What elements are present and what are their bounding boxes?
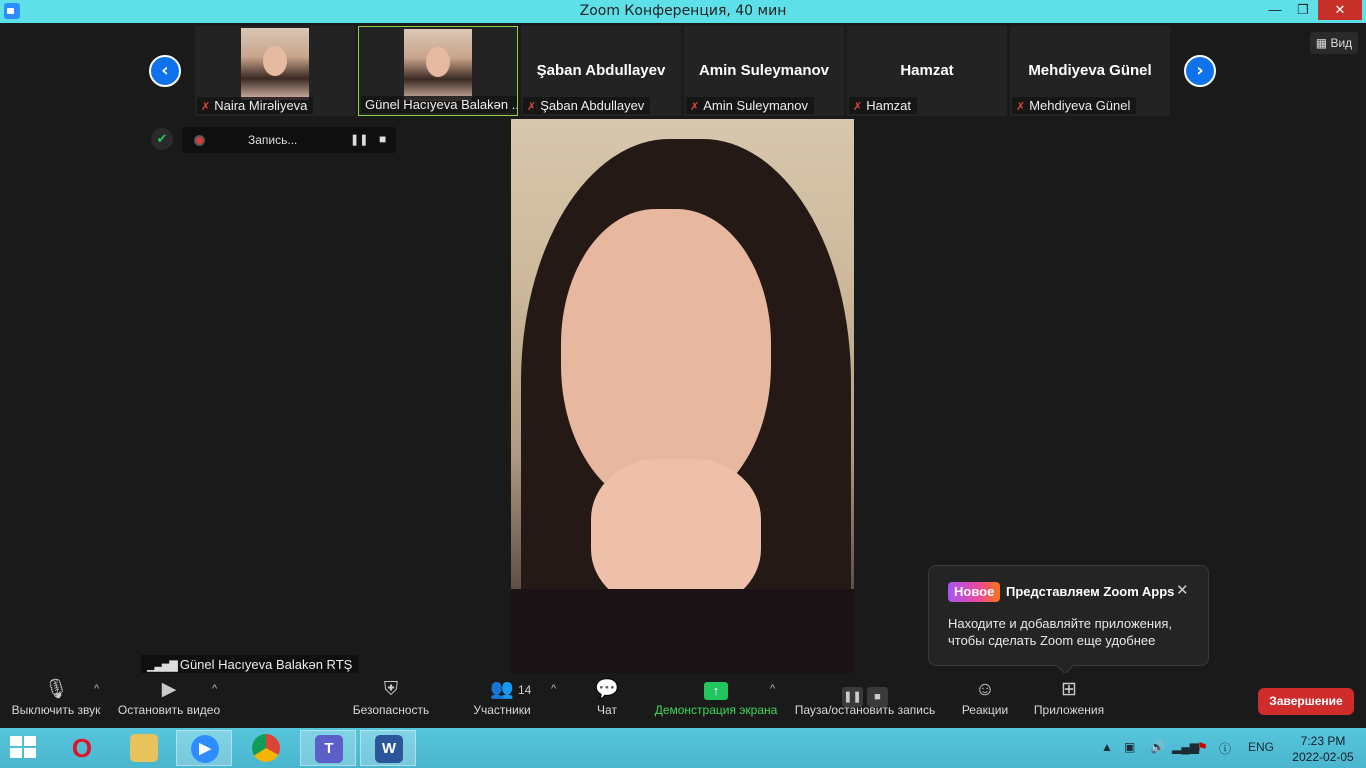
taskbar-chrome[interactable] xyxy=(238,730,294,766)
participant-label: Günel Hacıyeva Balakən ... xyxy=(361,96,517,113)
microphone-icon: 🎙 xyxy=(43,679,69,700)
chevron-right-icon: › xyxy=(1196,60,1204,81)
participant-tile[interactable]: Günel Hacıyeva Balakən ... xyxy=(358,26,518,116)
participant-label: ✗ Hamzat xyxy=(849,97,918,114)
new-badge: Новое xyxy=(948,582,1001,602)
volume-icon[interactable]: 🔊 xyxy=(1150,740,1165,754)
participant-tile[interactable]: ✗ Naira Mirəliyeva xyxy=(195,26,355,116)
pause-stop-recording-button[interactable]: ❚❚ ■ Пауза/остановить запись xyxy=(792,673,938,728)
video-camera-icon: ▶ xyxy=(161,679,177,700)
recording-indicator: Запись... ❚❚ ■ xyxy=(182,127,396,153)
participant-video xyxy=(404,29,472,101)
meeting-area: ‹ ✗ Naira Mirəliyeva Günel Hacıyeva Balak… xyxy=(0,23,1366,728)
popup-close-button[interactable]: ✕ xyxy=(1176,581,1189,599)
participant-label: ✗ Naira Mirəliyeva xyxy=(197,97,314,114)
teams-icon: T xyxy=(315,735,343,763)
emoji-plus-icon: ☺ xyxy=(975,679,995,700)
active-speaker-video xyxy=(511,119,854,675)
participant-tile[interactable]: Amin Suleymanov ✗ Amin Suleymanov xyxy=(684,26,844,116)
end-meeting-button[interactable]: Завершение xyxy=(1258,688,1354,715)
mic-muted-icon: ✗ xyxy=(1016,101,1026,113)
participant-label: ✗ Amin Suleymanov xyxy=(686,97,814,114)
meeting-toolbar: 🎙 Выключить звук ^ ▶ Остановить видео ^ … xyxy=(0,673,1366,728)
participant-display-name: Amin Suleymanov xyxy=(698,62,830,79)
reactions-button[interactable]: ☺ Реакции xyxy=(958,673,1012,728)
action-center-icon[interactable]: ⚑ xyxy=(1197,740,1208,754)
zoom-icon: ▶ xyxy=(191,735,219,763)
participant-video xyxy=(241,28,309,100)
signal-icon[interactable]: ▂▄▆ xyxy=(1172,740,1199,754)
taskbar-teams[interactable]: T xyxy=(300,730,356,766)
encryption-shield-icon[interactable]: ✔ xyxy=(151,128,173,150)
popup-title: Представляем Zoom Apps xyxy=(1006,584,1175,599)
participants-button[interactable]: 👥 Участники xyxy=(470,673,534,728)
taskbar-zoom[interactable]: ▶ xyxy=(176,730,232,766)
gallery-next-button[interactable]: › xyxy=(1184,55,1216,87)
participants-count: 14 xyxy=(518,683,532,697)
participant-display-name: Mehdiyeva Günel xyxy=(1028,62,1152,79)
maximize-button[interactable]: ❐ xyxy=(1290,0,1316,20)
recording-label: Запись... xyxy=(248,133,298,147)
window-titlebar: Zoom Конференция, 40 мин — ❐ ✕ xyxy=(0,0,1366,23)
folder-icon xyxy=(130,734,158,762)
apps-icon: ⊞ xyxy=(1061,679,1077,700)
share-screen-button[interactable]: ↑ Демонстрация экрана xyxy=(652,673,780,728)
clock-time: 7:23 PM xyxy=(1300,734,1346,748)
stop-video-button[interactable]: ▶ Остановить видео xyxy=(116,673,222,728)
window-title: Zoom Конференция, 40 мин xyxy=(579,3,787,19)
mute-button[interactable]: 🎙 Выключить звук xyxy=(8,673,104,728)
chat-button[interactable]: 💬 Чат xyxy=(588,673,626,728)
clock-date: 2022-02-05 xyxy=(1292,750,1354,764)
share-options-caret[interactable]: ^ xyxy=(770,683,775,695)
taskbar-file-explorer[interactable] xyxy=(116,730,172,766)
word-icon: W xyxy=(375,735,403,763)
participants-options-caret[interactable]: ^ xyxy=(551,683,556,695)
opera-icon: O xyxy=(71,733,93,763)
network-status-icon[interactable]: ▣ xyxy=(1124,740,1135,754)
minimize-button[interactable]: — xyxy=(1262,0,1288,20)
mic-muted-icon: ✗ xyxy=(201,101,211,113)
taskbar-word[interactable]: W xyxy=(360,730,416,766)
participant-display-name: Şaban Abdullayev xyxy=(536,62,666,79)
participant-tile[interactable]: Şaban Abdullayev ✗ Şaban Abdullayev xyxy=(521,26,681,116)
windows-taskbar: O ▶ T W ▲ ▣ 🔊 ▂▄▆ ⚑ ⓘ ENG 7:23 PM 2022-0… xyxy=(0,728,1366,768)
recording-dot-icon xyxy=(194,135,205,146)
gallery-prev-button[interactable]: ‹ xyxy=(149,55,181,87)
taskbar-clock[interactable]: 7:23 PM 2022-02-05 xyxy=(1286,733,1360,765)
shield-icon: ⛨ xyxy=(383,679,399,700)
participant-label: ✗ Mehdiyeva Günel xyxy=(1012,97,1137,114)
apps-button[interactable]: ⊞ Приложения xyxy=(1030,673,1108,728)
chevron-left-icon: ‹ xyxy=(161,60,169,81)
zoom-apps-popup: Новое Представляем Zoom Apps ✕ Находите … xyxy=(928,565,1209,675)
mic-muted-icon: ✗ xyxy=(690,101,700,113)
signal-strength-icon: ▁▃▅▇ xyxy=(147,660,178,672)
stop-recording-button[interactable]: ■ xyxy=(379,132,386,146)
active-speaker-label: ▁▃▅▇ Günel Hacıyeva Balakən RTŞ xyxy=(141,655,359,674)
security-button[interactable]: ⛨ Безопасность xyxy=(350,673,432,728)
chrome-icon xyxy=(252,734,280,762)
popup-body: Находите и добавляйте приложения, чтобы … xyxy=(948,616,1172,648)
participant-tile[interactable]: Mehdiyeva Günel ✗ Mehdiyeva Günel xyxy=(1010,26,1170,116)
participant-display-name: Hamzat xyxy=(900,62,954,79)
pause-recording-button[interactable]: ❚❚ xyxy=(350,133,368,146)
taskbar-opera[interactable]: O xyxy=(54,730,110,766)
audio-options-caret[interactable]: ^ xyxy=(94,683,99,695)
close-window-button[interactable]: ✕ xyxy=(1318,0,1362,20)
mic-muted-icon: ✗ xyxy=(853,101,863,113)
windows-start-button[interactable] xyxy=(10,736,38,760)
mic-muted-icon: ✗ xyxy=(527,101,537,113)
participant-tile[interactable]: Hamzat ✗ Hamzat xyxy=(847,26,1007,116)
language-indicator[interactable]: ENG xyxy=(1248,740,1274,754)
participant-label: ✗ Şaban Abdullayev xyxy=(523,97,651,114)
view-button[interactable]: ▦ Вид xyxy=(1310,32,1358,54)
video-options-caret[interactable]: ^ xyxy=(212,683,217,695)
info-icon[interactable]: ⓘ xyxy=(1219,740,1231,757)
share-screen-icon: ↑ xyxy=(704,682,728,700)
tray-expand-icon[interactable]: ▲ xyxy=(1101,740,1113,754)
chat-bubble-icon: 💬 xyxy=(595,679,619,700)
